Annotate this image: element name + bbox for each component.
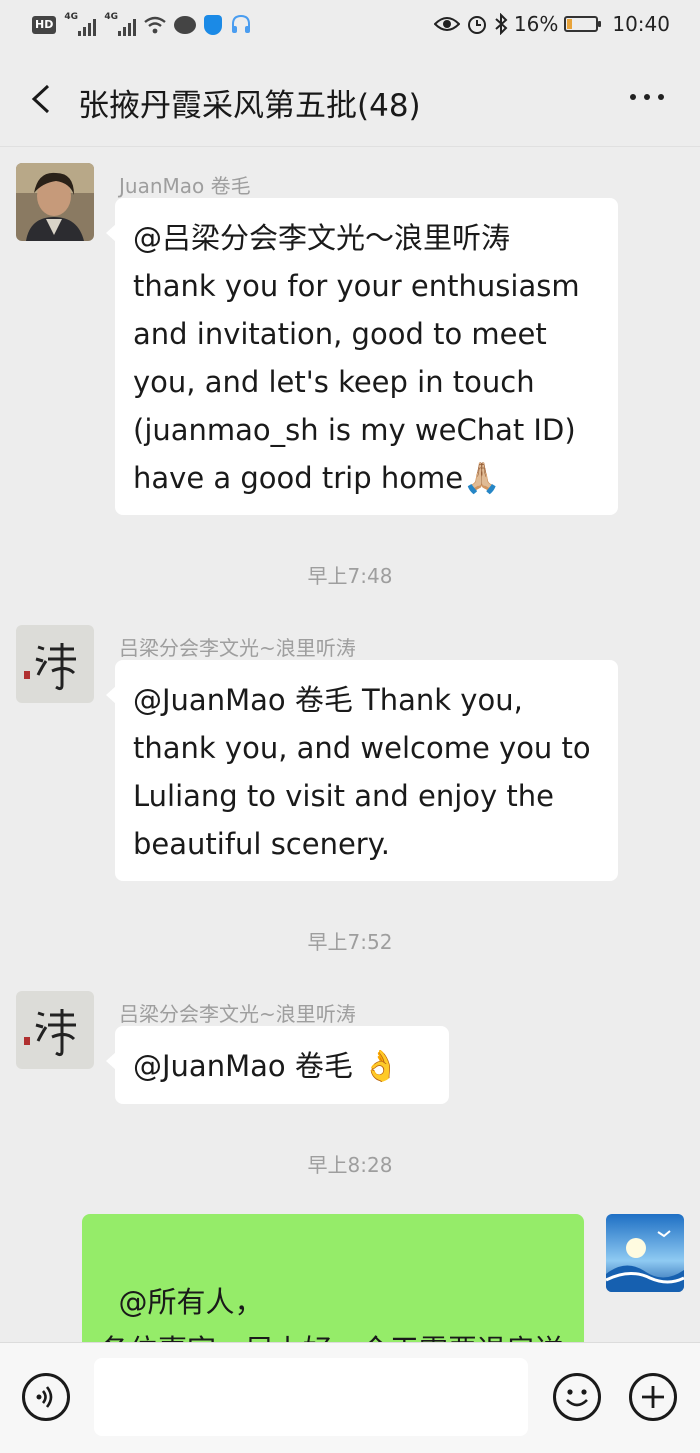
signal-icon: 4G xyxy=(64,12,97,36)
sender-name: JuanMao 卷毛 xyxy=(119,174,251,198)
eye-icon xyxy=(433,17,460,31)
plus-icon[interactable] xyxy=(629,1373,677,1421)
avatar[interactable] xyxy=(16,991,94,1069)
battery-percent: 16% xyxy=(513,12,559,36)
message-bubble[interactable]: @吕梁分会李文光～浪里听涛 thank you for your enthusi… xyxy=(106,198,618,515)
sender-name: 吕梁分会李文光~浪里听涛 xyxy=(119,636,356,660)
chat-title: 张掖丹霞采风第五批(48) xyxy=(78,88,421,124)
message-text: @吕梁分会李文光～浪里听涛 thank you for your enthusi… xyxy=(133,221,580,495)
message-bubble[interactable]: @JuanMao 卷毛 Thank you, thank you, and we… xyxy=(106,660,618,881)
chevron-left-icon[interactable] xyxy=(28,84,54,114)
timestamp: 早上7:48 xyxy=(307,564,393,588)
avatar[interactable] xyxy=(606,1214,684,1292)
bluetooth-icon xyxy=(495,13,508,35)
message-input[interactable] xyxy=(94,1358,528,1436)
more-icon[interactable] xyxy=(630,94,664,100)
wifi-icon xyxy=(144,16,167,34)
folded-hands-emoji: 🙏🏼 xyxy=(463,461,501,496)
avatar[interactable] xyxy=(16,163,94,241)
sender-name: 吕梁分会李文光~浪里听涛 xyxy=(119,1002,356,1026)
shield-icon xyxy=(204,15,223,35)
alarm-icon xyxy=(467,16,486,34)
message-bubble[interactable]: @JuanMao 卷毛 👌 xyxy=(106,1026,449,1104)
signal-icon: 4G xyxy=(104,12,137,36)
ok-hand-emoji: 👌 xyxy=(362,1049,400,1084)
hd-icon: HD xyxy=(32,16,57,34)
message-text: @JuanMao 卷毛 xyxy=(133,1049,363,1083)
battery-icon xyxy=(564,16,602,32)
status-bar: HD 4G 4G 16% 10:40 xyxy=(0,0,700,54)
input-bar xyxy=(0,1342,700,1453)
emoji-icon[interactable] xyxy=(553,1373,601,1421)
message-icon xyxy=(174,16,197,34)
timestamp: 早上8:28 xyxy=(307,1153,393,1177)
clock: 10:40 xyxy=(612,12,670,36)
voice-icon[interactable] xyxy=(22,1373,70,1421)
avatar[interactable] xyxy=(16,625,94,703)
message-text: @JuanMao 卷毛 Thank you, thank you, and we… xyxy=(133,683,591,861)
timestamp: 早上7:52 xyxy=(307,930,393,954)
chat-header: 张掖丹霞采风第五批(48) xyxy=(0,54,700,147)
headset-icon xyxy=(232,14,251,33)
